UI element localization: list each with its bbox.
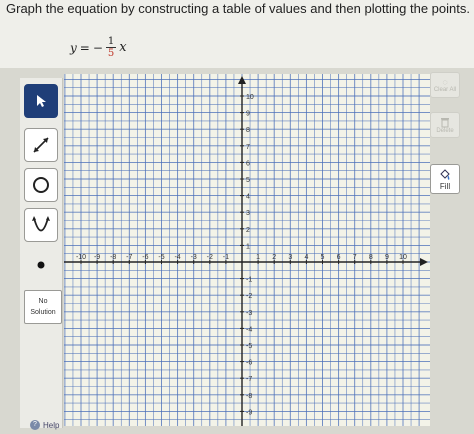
help-link[interactable]: ? Help: [30, 420, 59, 430]
x-tick-label: 5: [321, 254, 325, 261]
x-tick-label: 4: [304, 254, 308, 261]
no-solution-button[interactable]: No Solution: [24, 290, 62, 324]
x-tick-label: -4: [174, 254, 180, 261]
trash-icon: [441, 117, 449, 127]
question-prompt: Graph the equation by constructing a tab…: [6, 1, 470, 16]
y-tick-label: -9: [246, 409, 252, 416]
circle-icon: [33, 177, 49, 193]
delete-button[interactable]: Delete: [430, 112, 460, 138]
y-tick-label: 1: [246, 243, 250, 250]
point-tool-button[interactable]: [24, 248, 58, 282]
y-tick-label: -6: [246, 360, 252, 367]
x-tick-label: 9: [385, 254, 389, 261]
fill-label: Fill: [439, 181, 451, 191]
y-tick-label: -3: [246, 310, 252, 317]
clear-all-button[interactable]: ◌ Clear All: [430, 72, 460, 98]
x-tick-label: -2: [207, 254, 213, 261]
x-tick-label: -7: [126, 254, 132, 261]
coordinate-grid[interactable]: -10-9-8-7-6-5-4-3-2-112345678910-10-9-8-…: [64, 74, 430, 426]
parabola-tool-button[interactable]: [24, 208, 58, 242]
delete-label: Delete: [436, 127, 454, 134]
y-tick-label: -1: [246, 277, 252, 284]
y-tick-label: 9: [246, 111, 250, 118]
help-icon: ?: [30, 420, 40, 430]
x-tick-label: -1: [223, 254, 229, 261]
fraction-numerator: 1: [105, 36, 117, 48]
x-axis-arrow: [420, 258, 428, 266]
circle-tool-button[interactable]: [24, 168, 58, 202]
y-tick-label: -4: [246, 326, 252, 333]
fraction-denominator: 5: [107, 48, 115, 59]
x-tick-label: 1: [256, 254, 260, 261]
no-solution-line1: No: [38, 298, 48, 305]
y-tick-label: 2: [246, 227, 250, 234]
y-tick-label: -5: [246, 343, 252, 350]
pointer-tool-button[interactable]: [24, 84, 58, 118]
y-tick-label: 5: [246, 177, 250, 184]
parabola-icon: [32, 216, 50, 232]
clear-all-icon: ◌: [442, 77, 448, 87]
x-tick-label: -6: [142, 254, 148, 261]
x-tick-label: -5: [158, 254, 164, 261]
no-solution-line2: Solution: [30, 309, 56, 316]
y-tick-label: 10: [246, 94, 254, 101]
x-tick-label: 10: [399, 254, 407, 261]
x-tick-label: -9: [94, 254, 100, 261]
line-segment-icon: [33, 137, 49, 153]
y-axis-arrow: [238, 76, 246, 84]
y-tick-label: 8: [246, 127, 250, 134]
equation-variable: x: [119, 40, 127, 55]
equation-equals: =: [79, 40, 90, 55]
point-dot-icon: [37, 261, 45, 269]
x-tick-label: -3: [191, 254, 197, 261]
equation-lhs: y: [70, 40, 77, 55]
x-tick-label: 3: [288, 254, 292, 261]
paint-bucket-icon: [440, 168, 450, 180]
question-panel: Graph the equation by constructing a tab…: [0, 0, 474, 68]
x-tick-label: 6: [337, 254, 341, 261]
y-tick-label: -2: [246, 293, 252, 300]
y-tick-label: -7: [246, 376, 252, 383]
x-tick-label: -8: [110, 254, 116, 261]
y-tick-label: 3: [246, 210, 250, 217]
graph-panel[interactable]: -10-9-8-7-6-5-4-3-2-112345678910-10-9-8-…: [64, 74, 430, 426]
y-tick-label: 4: [246, 194, 250, 201]
equation: y = − 1 5 x: [70, 36, 127, 59]
y-tick-label: 6: [246, 160, 250, 167]
y-tick-label: 7: [246, 144, 250, 151]
y-tick-label: -8: [246, 393, 252, 400]
x-tick-label: 8: [369, 254, 373, 261]
equation-sign: −: [92, 40, 103, 55]
x-tick-label: 2: [272, 254, 276, 261]
equation-fraction: 1 5: [105, 36, 117, 59]
cursor-arrow-icon: [37, 95, 46, 107]
help-label: Help: [43, 420, 60, 430]
line-tool-button[interactable]: [24, 128, 58, 162]
x-tick-label: 7: [353, 254, 357, 261]
right-toolbar: ◌ Clear All Delete Fill: [430, 72, 466, 322]
x-tick-label: -10: [76, 254, 86, 261]
fill-button[interactable]: Fill: [430, 164, 460, 194]
clear-all-label: Clear All: [433, 87, 457, 93]
